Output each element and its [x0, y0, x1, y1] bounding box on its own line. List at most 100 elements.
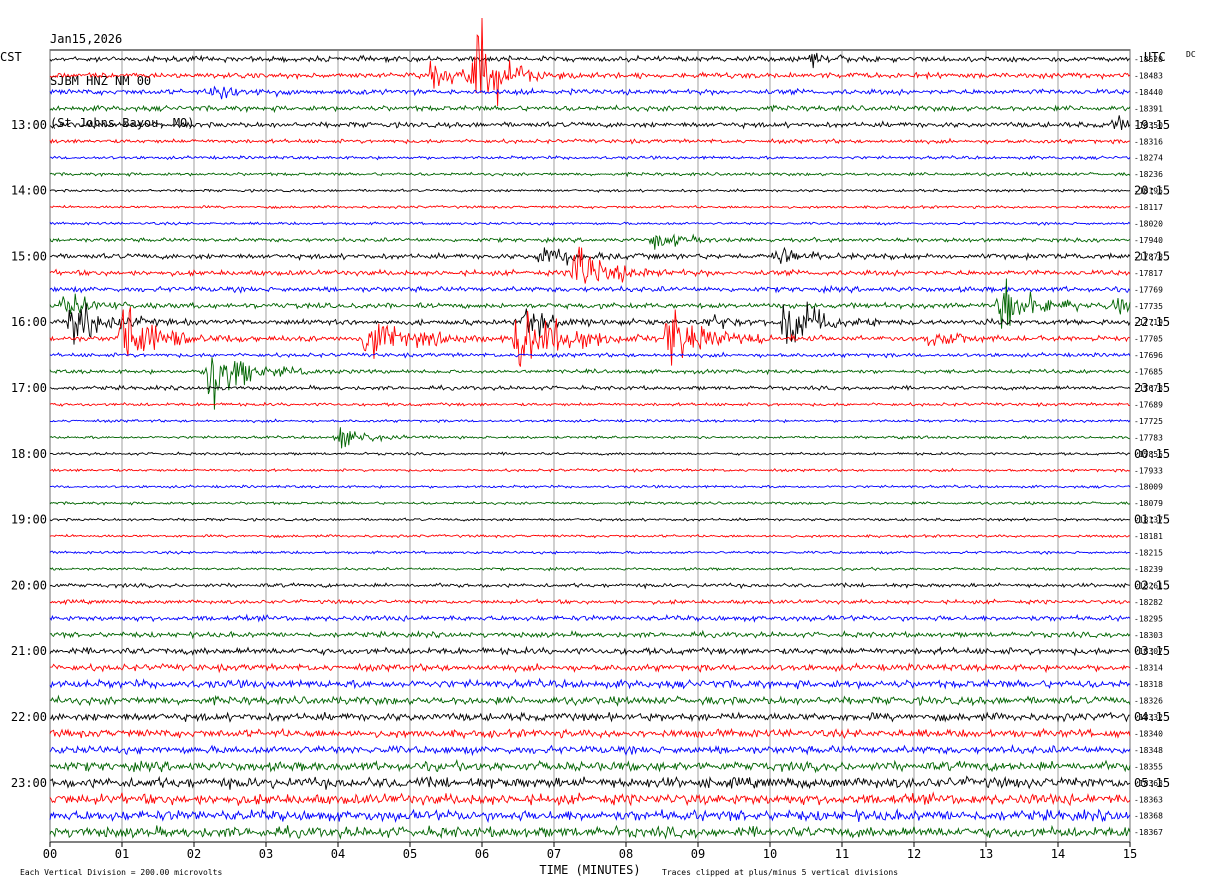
- seismic-trace: [49, 711, 1130, 723]
- seismic-trace: [49, 85, 1131, 100]
- dc-offset-label: -18391: [1134, 104, 1163, 113]
- seismic-trace: [49, 284, 1131, 295]
- x-tick-label: 07: [547, 847, 561, 861]
- dc-offset-label: -17685: [1134, 368, 1163, 377]
- dc-offset-label: -17725: [1134, 417, 1163, 426]
- seismic-trace: [49, 598, 1131, 606]
- utc-hour-label: 23:15: [1134, 381, 1170, 395]
- dc-offset-label: -18282: [1134, 598, 1163, 607]
- seismic-trace: [49, 357, 1131, 410]
- x-tick-label: 00: [43, 847, 57, 861]
- seismic-trace: [49, 115, 1131, 130]
- dc-offset-label: -17689: [1134, 400, 1163, 409]
- dc-offset-label: -18236: [1134, 170, 1163, 179]
- x-tick-label: 05: [403, 847, 417, 861]
- seismic-trace: [49, 484, 1131, 490]
- utc-hour-label: 03:15: [1134, 644, 1170, 658]
- x-tick-label: 10: [763, 847, 777, 861]
- x-tick-label: 08: [619, 847, 633, 861]
- dc-offset-label: -17696: [1134, 351, 1163, 360]
- dc-offset-label: -18368: [1134, 812, 1163, 821]
- cst-hour-label: 23:00: [11, 776, 47, 790]
- seismic-trace: [49, 517, 1131, 523]
- seismic-trace: [49, 791, 1131, 807]
- seismic-trace: [49, 278, 1131, 329]
- utc-hour-label: 02:15: [1134, 578, 1170, 592]
- seismic-trace: [49, 467, 1131, 473]
- dc-offset-label: -18483: [1134, 71, 1163, 80]
- seismic-trace: [49, 629, 1131, 640]
- seismic-trace: [49, 427, 1131, 449]
- seismic-trace: [49, 221, 1131, 226]
- x-tick-label: 01: [115, 847, 129, 861]
- cst-hour-label: 19:00: [11, 513, 47, 527]
- seismic-trace: [49, 233, 1131, 250]
- cst-hour-label: 22:00: [11, 710, 47, 724]
- dc-offset-label: -18274: [1134, 154, 1163, 163]
- dc-offset-label: -18020: [1134, 220, 1163, 229]
- dc-offset-label: -17817: [1134, 269, 1163, 278]
- seismic-trace: [49, 662, 1131, 674]
- cst-label: CST: [0, 50, 22, 64]
- dc-offset-label: -18363: [1134, 795, 1163, 804]
- x-axis-title: TIME (MINUTES): [539, 863, 640, 877]
- utc-hour-label: 01:15: [1134, 513, 1170, 527]
- seismic-trace: [49, 104, 1131, 114]
- dc-offset-label: -18326: [1134, 697, 1163, 706]
- seismic-trace: [49, 171, 1131, 178]
- cst-hour-label: 17:00: [11, 381, 47, 395]
- seismic-trace: [49, 500, 1131, 506]
- seismic-trace: [49, 645, 1131, 657]
- dc-offset-label: -18440: [1134, 88, 1163, 97]
- seismic-trace: [49, 154, 1131, 161]
- seismic-trace: [49, 451, 1131, 456]
- dc-offset-label: -17735: [1134, 302, 1163, 311]
- seismic-trace: [49, 204, 1131, 210]
- dc-offset-label: -18348: [1134, 746, 1163, 755]
- cst-hour-label: 21:00: [11, 644, 47, 658]
- cst-hour-label: 13:00: [11, 118, 47, 132]
- utc-hour-label: 20:15: [1134, 184, 1170, 198]
- seismic-trace: [49, 727, 1131, 740]
- dc-offset-label: -18316: [1134, 137, 1163, 146]
- seismic-trace: [49, 137, 1131, 145]
- utc-hour-label: 21:15: [1134, 249, 1170, 263]
- dc-offset-label: -18181: [1134, 532, 1163, 541]
- cst-hour-label: 14:00: [11, 184, 47, 198]
- seismic-trace: [49, 188, 1131, 194]
- seismic-trace: [49, 677, 1131, 690]
- seismic-trace: [49, 401, 1131, 408]
- seismic-trace: [49, 384, 1131, 392]
- dc-offset-label: -18009: [1134, 483, 1163, 492]
- dc-offset-label: -18117: [1134, 203, 1163, 212]
- utc-hour-label: 00:15: [1134, 447, 1170, 461]
- seismic-trace: [49, 550, 1131, 555]
- dc-label: DC: [1186, 50, 1196, 59]
- scale-note: Each Vertical Division = 200.00 microvol…: [20, 868, 222, 877]
- seismic-trace: [49, 52, 1131, 69]
- cst-hour-label: 18:00: [11, 447, 47, 461]
- seismic-trace: [49, 582, 1130, 590]
- x-tick-label: 14: [1051, 847, 1065, 861]
- dc-offset-label: -18340: [1134, 729, 1163, 738]
- utc-label: UTC: [1144, 50, 1166, 64]
- utc-hour-label: 04:15: [1134, 710, 1170, 724]
- dc-offset-label: -17933: [1134, 466, 1163, 475]
- dc-offset-label: -17705: [1134, 335, 1163, 344]
- cst-hour-label: 16:00: [11, 315, 47, 329]
- clip-note: Traces clipped at plus/minus 5 vertical …: [662, 868, 898, 877]
- dc-offset-label: -18295: [1134, 614, 1163, 623]
- dc-offset-label: -18367: [1134, 828, 1163, 837]
- x-tick-label: 02: [187, 847, 201, 861]
- dc-offset-label: -18079: [1134, 499, 1163, 508]
- seismic-trace: [49, 418, 1131, 424]
- x-tick-label: 13: [979, 847, 993, 861]
- dc-offset-label: -17769: [1134, 285, 1163, 294]
- cst-hour-label: 15:00: [11, 249, 47, 263]
- dc-offset-label: -17940: [1134, 236, 1163, 245]
- x-tick-label: 15: [1123, 847, 1137, 861]
- seismic-trace: [49, 246, 1131, 284]
- dc-offset-label: -18239: [1134, 565, 1163, 574]
- helicorder-plot: 00 01 02 03 04 05 06 07 08 09 10 11 12 13 14 15-18520-1…: [0, 17, 1196, 877]
- x-tick-label: 11: [835, 847, 849, 861]
